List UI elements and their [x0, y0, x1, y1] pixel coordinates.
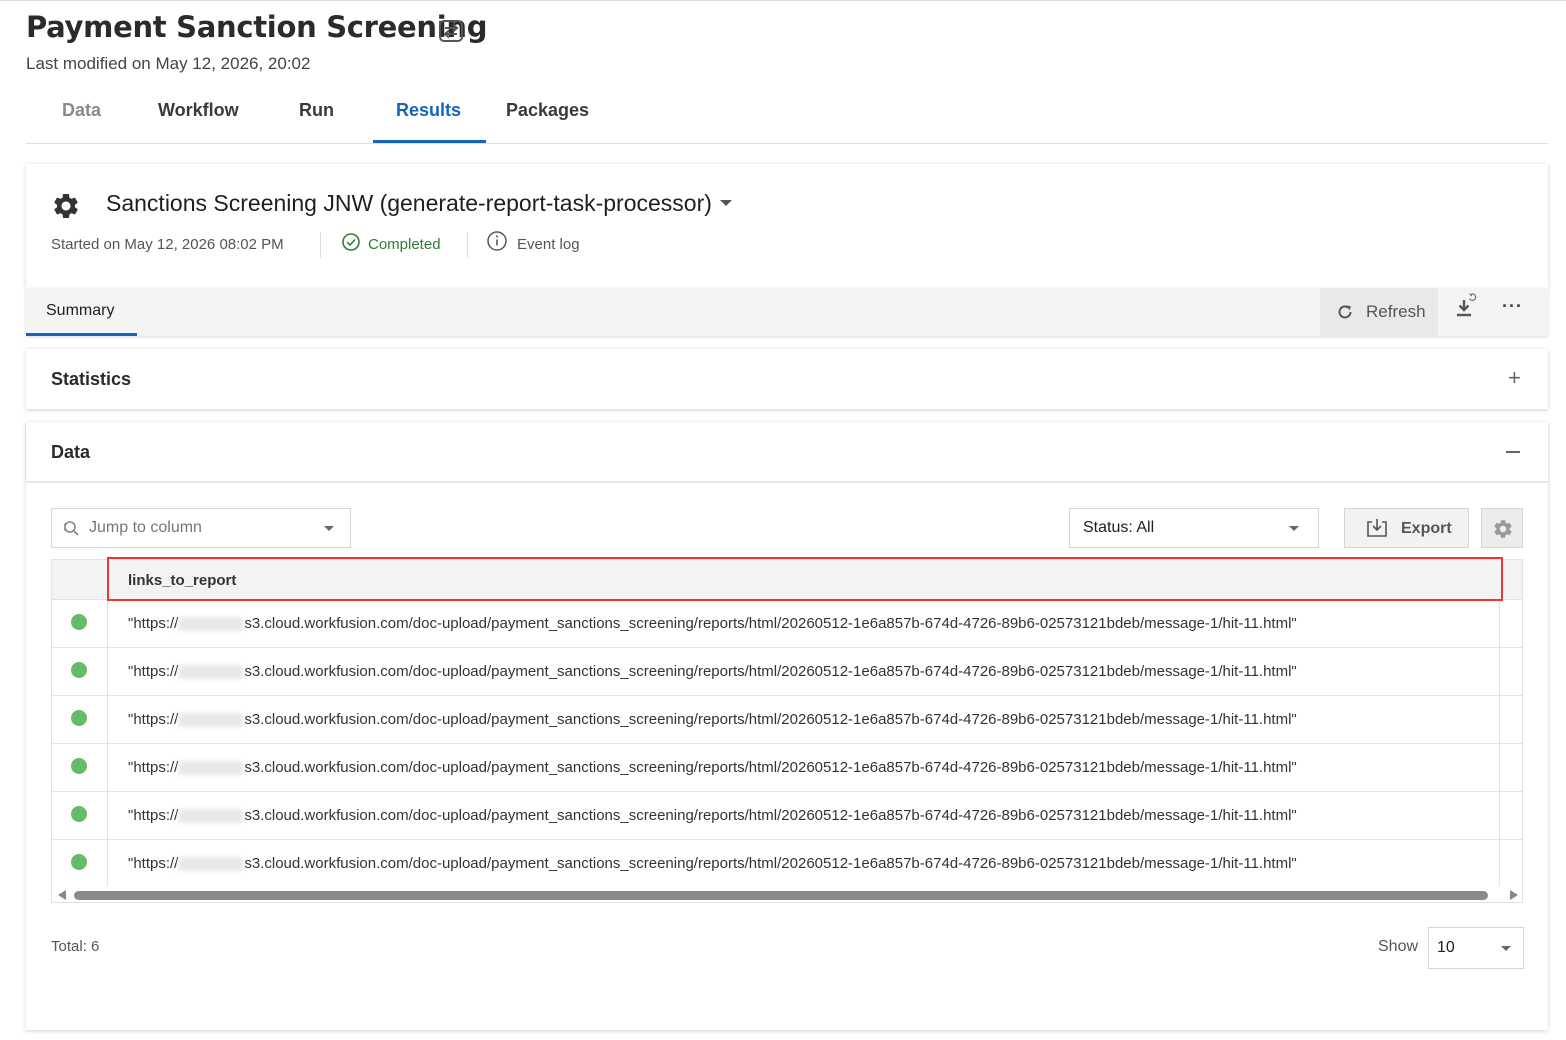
- table-row[interactable]: "https://s3.cloud.workfusion.com/doc-upl…: [52, 600, 1522, 648]
- page-size-label: Show: [1378, 938, 1419, 955]
- tab-results[interactable]: Results: [396, 100, 461, 121]
- table-cell[interactable]: "https://s3.cloud.workfusion.com/doc-upl…: [128, 855, 1297, 872]
- data-title: Data: [51, 442, 91, 462]
- results-table: links_to_report "https://s3.cloud.workfu…: [51, 559, 1523, 903]
- redacted-text: [179, 617, 244, 632]
- scroll-right-icon[interactable]: [1510, 890, 1518, 900]
- download-sync-icon[interactable]: [1454, 292, 1480, 322]
- status-dot: [71, 662, 87, 678]
- status-dot: [71, 614, 87, 630]
- run-status: Completed: [368, 236, 441, 253]
- redacted-text: [179, 857, 244, 872]
- top-divider: [0, 0, 1566, 1]
- tab-packages[interactable]: Packages: [506, 100, 589, 121]
- table-cell[interactable]: "https://s3.cloud.workfusion.com/doc-upl…: [128, 711, 1297, 728]
- redacted-text: [179, 809, 244, 824]
- status-filter-value: Status: All: [1083, 519, 1155, 536]
- redacted-text: [179, 713, 244, 728]
- event-log-link[interactable]: Event log: [517, 236, 580, 253]
- table-row[interactable]: "https://s3.cloud.workfusion.com/doc-upl…: [52, 744, 1522, 792]
- meta-divider: [467, 232, 468, 258]
- table-settings-button[interactable]: [1481, 508, 1523, 548]
- chevron-down-icon: [324, 526, 334, 531]
- scrollbar-thumb[interactable]: [74, 891, 1488, 900]
- active-subtab-indicator: [26, 333, 137, 336]
- scroll-left-icon[interactable]: [58, 890, 66, 900]
- info-icon[interactable]: [486, 230, 508, 252]
- gear-icon: [1494, 520, 1512, 538]
- tab-summary[interactable]: Summary: [46, 302, 114, 320]
- page-size-select[interactable]: 10: [1428, 927, 1524, 969]
- redacted-text: [179, 665, 244, 680]
- status-dot: [71, 806, 87, 822]
- status-filter-select[interactable]: Status: All: [1069, 508, 1319, 548]
- table-cell[interactable]: "https://s3.cloud.workfusion.com/doc-upl…: [128, 807, 1297, 824]
- data-section-header[interactable]: Data: [26, 422, 1548, 482]
- status-dot: [71, 758, 87, 774]
- table-row[interactable]: "https://s3.cloud.workfusion.com/doc-upl…: [52, 792, 1522, 840]
- total-count: Total: 6: [51, 938, 100, 955]
- status-dot: [71, 710, 87, 726]
- refresh-label: Refresh: [1366, 302, 1426, 321]
- search-icon: [63, 521, 79, 536]
- last-modified: Last modified on May 12, 2026, 20:02: [26, 54, 311, 73]
- export-icon: [1367, 519, 1387, 537]
- statistics-section[interactable]: Statistics +: [26, 349, 1548, 409]
- tab-data[interactable]: Data: [62, 100, 101, 121]
- page-title: Payment Sanction Screening: [26, 10, 488, 44]
- table-row[interactable]: "https://s3.cloud.workfusion.com/doc-upl…: [52, 648, 1522, 696]
- column-divider: [1499, 600, 1500, 890]
- check-circle-icon: [342, 233, 360, 251]
- meta-divider: [320, 232, 321, 258]
- horizontal-scrollbar[interactable]: [52, 886, 1522, 902]
- more-options-icon[interactable]: ···: [1502, 296, 1523, 317]
- table-row[interactable]: "https://s3.cloud.workfusion.com/doc-upl…: [52, 840, 1522, 888]
- status-dot: [71, 854, 87, 870]
- data-section: Data Jump to column Status: All Export l…: [26, 422, 1548, 1030]
- run-dropdown-caret[interactable]: [720, 200, 732, 206]
- tab-run[interactable]: Run: [299, 100, 334, 121]
- run-card: Sanctions Screening JNW (generate-report…: [26, 164, 1548, 288]
- table-cell[interactable]: "https://s3.cloud.workfusion.com/doc-upl…: [128, 615, 1297, 632]
- main-tabs: Data Workflow Run Results Packages: [26, 84, 1548, 144]
- status-column-header: [52, 560, 108, 600]
- export-label: Export: [1401, 520, 1452, 537]
- refresh-button[interactable]: Refresh: [1320, 288, 1438, 336]
- run-title: Sanctions Screening JNW (generate-report…: [106, 190, 712, 216]
- table-cell[interactable]: "https://s3.cloud.workfusion.com/doc-upl…: [128, 663, 1297, 680]
- expand-icon[interactable]: +: [1508, 365, 1521, 391]
- chevron-down-icon: [1501, 946, 1511, 951]
- export-button[interactable]: Export: [1344, 508, 1469, 548]
- statistics-title: Statistics: [51, 369, 132, 389]
- transfer-icon[interactable]: [437, 18, 465, 44]
- run-started: Started on May 12, 2026 08:02 PM: [51, 236, 284, 253]
- jump-to-column-placeholder: Jump to column: [89, 519, 202, 536]
- chevron-down-icon: [1289, 526, 1299, 531]
- tab-workflow[interactable]: Workflow: [158, 100, 239, 121]
- jump-to-column-select[interactable]: Jump to column: [51, 508, 351, 548]
- page-size-value: 10: [1437, 939, 1455, 956]
- gear-icon: [54, 194, 78, 218]
- table-row[interactable]: "https://s3.cloud.workfusion.com/doc-upl…: [52, 696, 1522, 744]
- redacted-text: [179, 761, 244, 776]
- active-tab-indicator: [373, 140, 486, 143]
- refresh-icon: [1338, 305, 1352, 319]
- result-subtabs: Summary Refresh ···: [26, 288, 1548, 336]
- highlight-annotation: [107, 557, 1503, 601]
- table-cell[interactable]: "https://s3.cloud.workfusion.com/doc-upl…: [128, 759, 1297, 776]
- collapse-icon[interactable]: [1506, 451, 1520, 453]
